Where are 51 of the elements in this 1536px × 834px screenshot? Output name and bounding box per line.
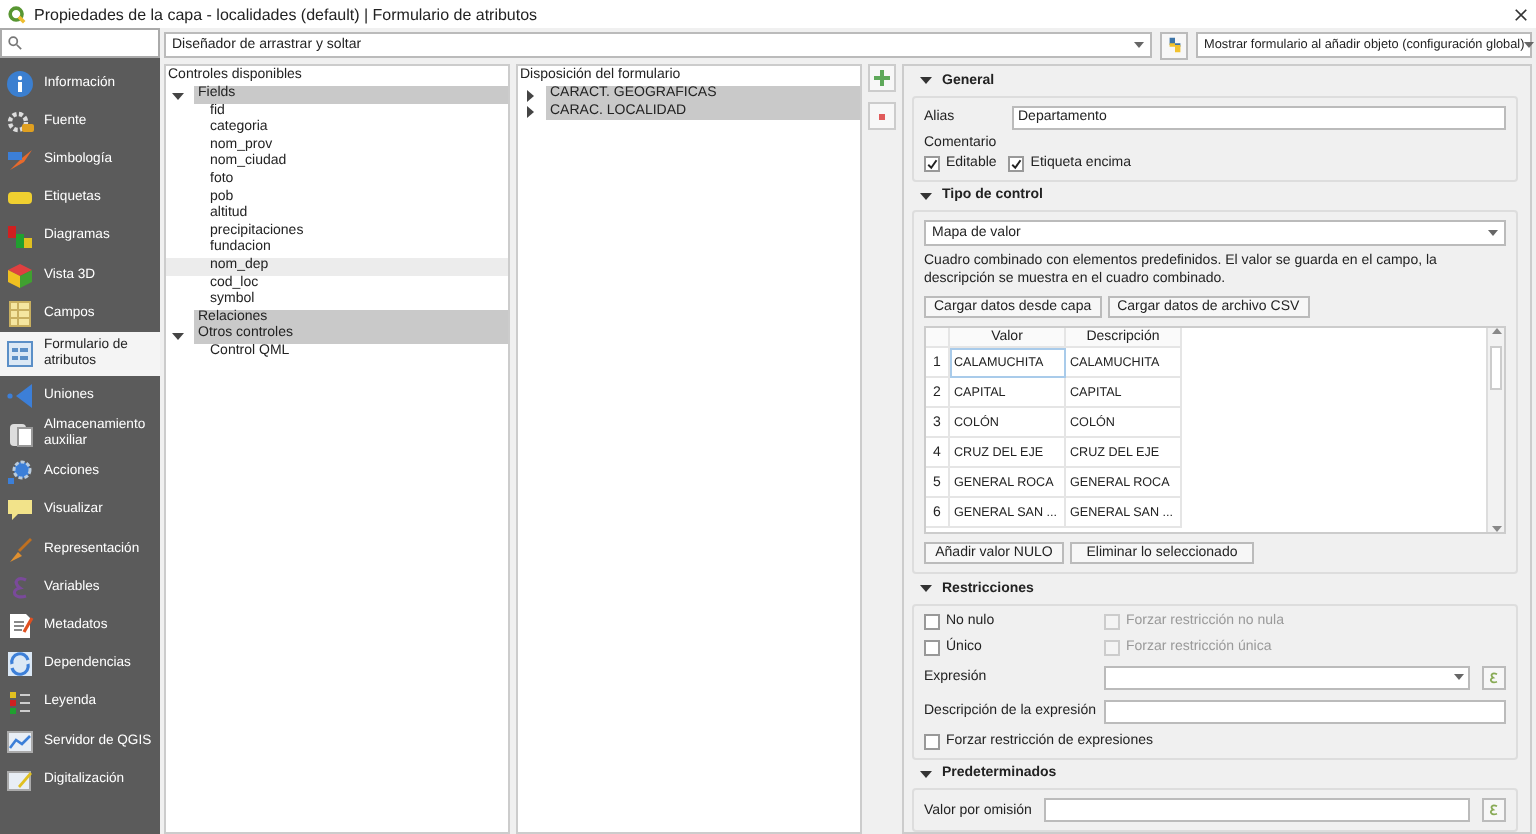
chart-icon <box>6 222 34 251</box>
close-icon[interactable] <box>1514 7 1528 21</box>
dropdown-caret-icon[interactable] <box>1488 230 1498 236</box>
epsilon-drawing <box>1488 804 1500 816</box>
checkbox[interactable] <box>924 733 940 749</box>
scrollbar-thumb[interactable] <box>1490 346 1502 390</box>
info-icon <box>6 69 34 98</box>
scroll-down-icon[interactable] <box>1491 526 1501 532</box>
collapse-arrow-icon[interactable] <box>920 767 932 780</box>
expand-arrow-icon[interactable] <box>172 89 184 101</box>
window-title: Propiedades de la capa - localidades (default) | Formulario de atributos <box>34 5 540 23</box>
arrow-icon <box>6 381 34 410</box>
app-logo-icon <box>8 5 26 23</box>
minus-icon <box>874 113 890 119</box>
form-icon <box>6 340 34 369</box>
python-init-button[interactable] <box>1160 31 1188 59</box>
add-button[interactable] <box>868 64 896 92</box>
search-icon <box>8 36 22 50</box>
pencil-icon <box>6 765 34 794</box>
cube-icon <box>6 261 34 290</box>
collapse-arrow-icon[interactable] <box>920 189 932 202</box>
dropdown-caret-icon[interactable] <box>1524 42 1535 48</box>
default-value-field[interactable] <box>1043 798 1470 822</box>
snake-logo-icon <box>1165 36 1183 54</box>
expression-button[interactable] <box>1482 798 1506 822</box>
dropdown-caret-icon[interactable] <box>1134 42 1144 48</box>
speech-bubble-icon <box>6 496 34 525</box>
refresh-icon <box>6 650 34 679</box>
scrollbar[interactable] <box>1486 328 1504 532</box>
scroll-up-icon[interactable] <box>1491 328 1501 334</box>
expand-arrow-icon[interactable] <box>524 106 536 119</box>
expand-arrow-icon[interactable] <box>524 89 536 101</box>
remove-button[interactable] <box>868 102 896 130</box>
checkbox[interactable] <box>924 155 940 171</box>
search-field[interactable] <box>0 28 160 58</box>
expression-field[interactable] <box>1104 665 1470 689</box>
checkbox[interactable] <box>1008 155 1025 171</box>
plus-icon <box>874 70 890 86</box>
collapse-arrow-icon[interactable] <box>920 74 932 87</box>
chart-window-icon <box>6 727 34 756</box>
checkbox[interactable] <box>924 613 940 629</box>
expression-description-field[interactable] <box>1104 699 1506 723</box>
document-icon <box>6 612 34 641</box>
legend-icon <box>6 688 34 717</box>
collapse-arrow-icon[interactable] <box>920 582 932 595</box>
expression-button[interactable] <box>1482 665 1506 689</box>
epsilon-drawing <box>1488 671 1500 683</box>
checkbox[interactable] <box>924 639 940 655</box>
expand-arrow-icon[interactable] <box>172 329 184 342</box>
dropdown-caret-icon[interactable] <box>1454 674 1464 680</box>
table-icon <box>6 299 34 328</box>
